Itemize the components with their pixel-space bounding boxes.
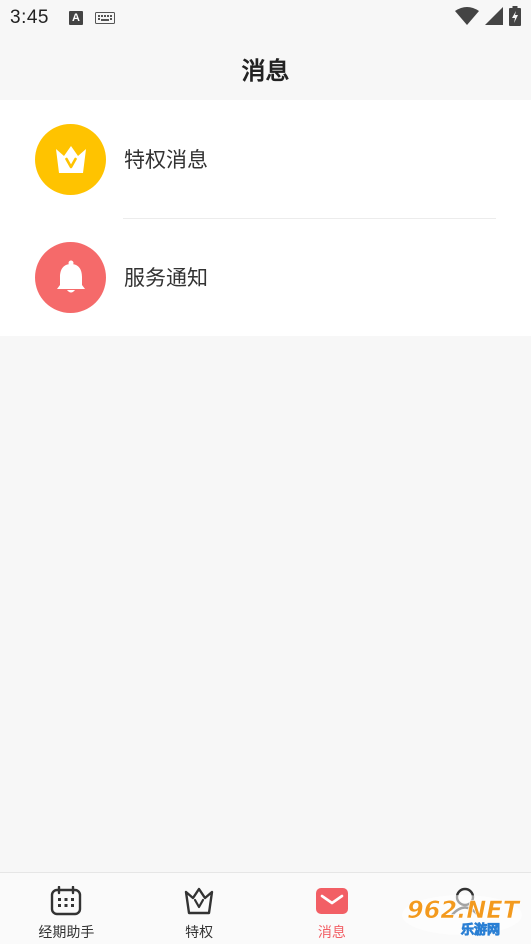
tab-label: 特权 <box>185 925 214 941</box>
list-item-privilege-messages[interactable]: 特权消息 <box>0 100 531 219</box>
status-time: 3:45 <box>10 7 49 28</box>
page-title: 消息 <box>241 56 290 85</box>
message-list: 特权消息 服务通知 <box>0 100 531 336</box>
list-item-service-notifications[interactable]: 服务通知 <box>0 218 531 336</box>
tab-label: 消息 <box>317 925 346 941</box>
cell-signal-icon <box>485 7 503 29</box>
watermark-logo: 962.NET 乐游网 <box>399 892 525 938</box>
status-right-icons <box>455 6 521 30</box>
battery-icon <box>509 6 521 30</box>
crown-outline-icon <box>182 884 216 918</box>
watermark-subtext: 乐游网 <box>461 922 500 938</box>
header: 消息 <box>0 36 531 100</box>
calendar-icon <box>49 884 83 918</box>
wifi-icon <box>455 7 479 29</box>
mail-icon <box>315 884 349 918</box>
crown-icon <box>35 123 106 195</box>
tab-messages[interactable]: 消息 <box>266 873 399 944</box>
watermark-text: 962.NET <box>407 896 521 924</box>
screen: 3:45 A 消息 特权消息 服务通知 经期助手 特权 消息 962.NET 乐… <box>0 0 531 944</box>
list-item-label: 特权消息 <box>124 148 208 172</box>
status-bar: 3:45 A <box>0 0 531 36</box>
list-item-label: 服务通知 <box>124 266 208 290</box>
keyboard-icon <box>94 9 115 28</box>
tab-privilege[interactable]: 特权 <box>133 873 266 944</box>
bell-icon <box>35 241 106 313</box>
tab-label: 经期助手 <box>38 925 95 941</box>
a-notification-icon: A <box>68 11 83 25</box>
tab-period-assistant[interactable]: 经期助手 <box>0 873 133 944</box>
